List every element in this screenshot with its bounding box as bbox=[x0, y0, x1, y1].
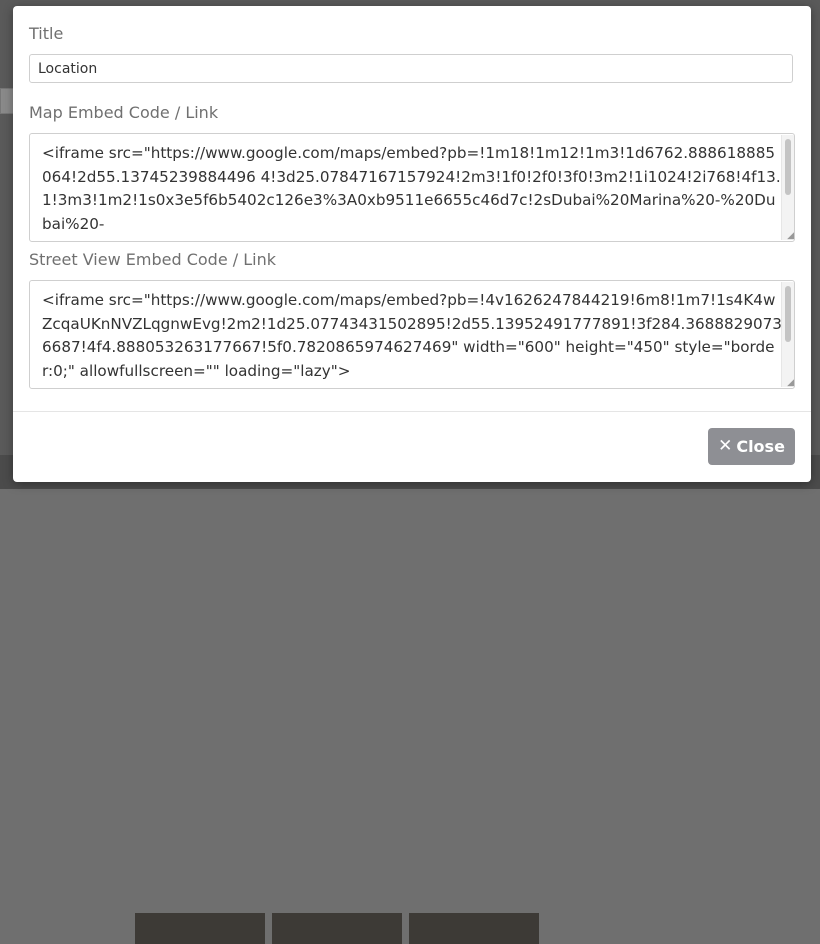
street-view-textarea[interactable] bbox=[29, 280, 795, 389]
close-icon: ✕ bbox=[718, 436, 733, 456]
location-modal: Title Map Embed Code / Link ◢ Street Vie… bbox=[13, 6, 811, 482]
map-embed-wrapper: ◢ bbox=[29, 133, 795, 242]
background-photo bbox=[135, 913, 265, 944]
background-photo bbox=[272, 913, 402, 944]
street-view-wrapper: ◢ bbox=[29, 280, 795, 389]
map-embed-scrollbar[interactable] bbox=[781, 135, 794, 240]
street-view-scrollbar[interactable] bbox=[781, 282, 794, 387]
map-embed-label: Map Embed Code / Link bbox=[29, 103, 219, 122]
resize-grip-icon[interactable]: ◢ bbox=[785, 232, 794, 241]
modal-footer-divider bbox=[13, 411, 811, 412]
close-button-label: Close bbox=[736, 437, 785, 456]
street-view-label: Street View Embed Code / Link bbox=[29, 250, 276, 269]
background-photo bbox=[409, 913, 539, 944]
title-input[interactable] bbox=[29, 54, 793, 83]
title-label: Title bbox=[29, 24, 64, 43]
map-embed-textarea[interactable] bbox=[29, 133, 795, 242]
map-embed-scroll-thumb[interactable] bbox=[785, 139, 791, 195]
resize-grip-icon[interactable]: ◢ bbox=[785, 379, 794, 388]
street-view-scroll-thumb[interactable] bbox=[785, 286, 791, 342]
close-button[interactable]: ✕ Close bbox=[708, 428, 795, 465]
